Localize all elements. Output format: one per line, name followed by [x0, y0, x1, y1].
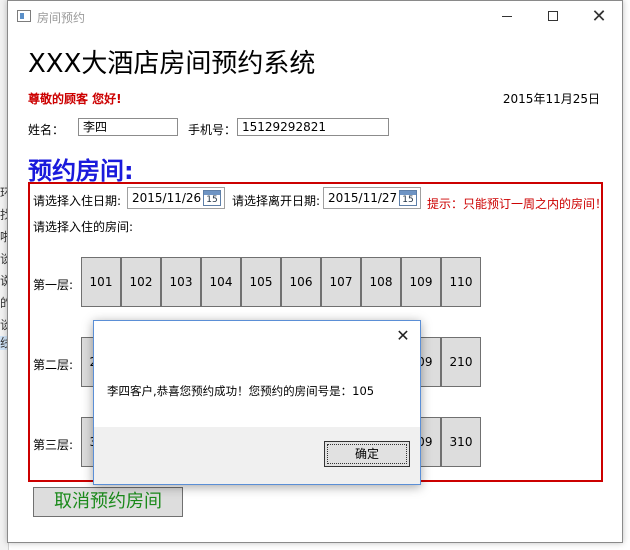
checkin-datepicker[interactable]: 2015/11/26 15 [127, 187, 225, 209]
success-dialog: ✕ 李四客户,恭喜您预约成功！您预约的房间号是：105 确定 [93, 320, 421, 485]
close-icon: ✕ [591, 6, 607, 27]
booking-hint: 提示：只能预订一周之内的房间！ [427, 197, 608, 211]
minimize-button[interactable] [484, 1, 530, 32]
minimize-icon [502, 16, 512, 17]
room-button-109[interactable]: 109 [401, 257, 441, 307]
room-button-107[interactable]: 107 [321, 257, 361, 307]
ok-button[interactable]: 确定 [324, 441, 410, 467]
current-date: 2015年11月25日 [502, 92, 600, 106]
section-title: 预约房间: [28, 157, 134, 185]
checkin-label: 请选择入住日期: [33, 194, 122, 208]
phone-label: 手机号： [188, 123, 237, 137]
close-icon: ✕ [396, 326, 410, 345]
room-button-104[interactable]: 104 [201, 257, 241, 307]
room-button-108[interactable]: 108 [361, 257, 401, 307]
checkin-date-value: 2015/11/26 [132, 191, 202, 205]
checkout-date-value: 2015/11/27 [328, 191, 398, 205]
room-button-110[interactable]: 110 [441, 257, 481, 307]
checkout-label: 请选择离开日期: [232, 194, 321, 208]
name-label: 姓名： [28, 123, 65, 137]
calendar-icon[interactable]: 15 [203, 190, 221, 206]
phone-field[interactable]: 15129292821 [237, 118, 389, 136]
floor-label: 第二层: [33, 358, 74, 372]
title-bar[interactable]: 房间预约 ✕ [8, 1, 622, 32]
room-button-210[interactable]: 210 [441, 337, 481, 387]
dialog-message: 李四客户,恭喜您预约成功！您预约的房间号是：105 [107, 384, 375, 398]
dialog-footer: 确定 [94, 427, 420, 484]
app-title: XXX大酒店房间预约系统 [28, 49, 316, 79]
room-button-101[interactable]: 101 [81, 257, 121, 307]
name-field[interactable]: 李四 [78, 118, 178, 136]
maximize-button[interactable] [530, 1, 576, 32]
room-button-102[interactable]: 102 [121, 257, 161, 307]
dialog-close-button[interactable]: ✕ [392, 326, 414, 346]
checkout-datepicker[interactable]: 2015/11/27 15 [323, 187, 421, 209]
room-button-106[interactable]: 106 [281, 257, 321, 307]
choose-room-label: 请选择入住的房间: [33, 220, 134, 234]
cancel-booking-button[interactable]: 取消预约房间 [33, 487, 183, 517]
maximize-icon [548, 11, 558, 21]
greeting-text: 尊敬的顾客 您好! [28, 92, 122, 106]
floor-label: 第一层: [33, 278, 74, 292]
room-button-105[interactable]: 105 [241, 257, 281, 307]
room-button-310[interactable]: 310 [441, 417, 481, 467]
app-window-icon [17, 10, 31, 22]
calendar-icon[interactable]: 15 [399, 190, 417, 206]
floor-label: 第三层: [33, 438, 74, 452]
window-title: 房间预约 [37, 11, 86, 25]
room-button-103[interactable]: 103 [161, 257, 201, 307]
close-button[interactable]: ✕ [576, 1, 622, 32]
